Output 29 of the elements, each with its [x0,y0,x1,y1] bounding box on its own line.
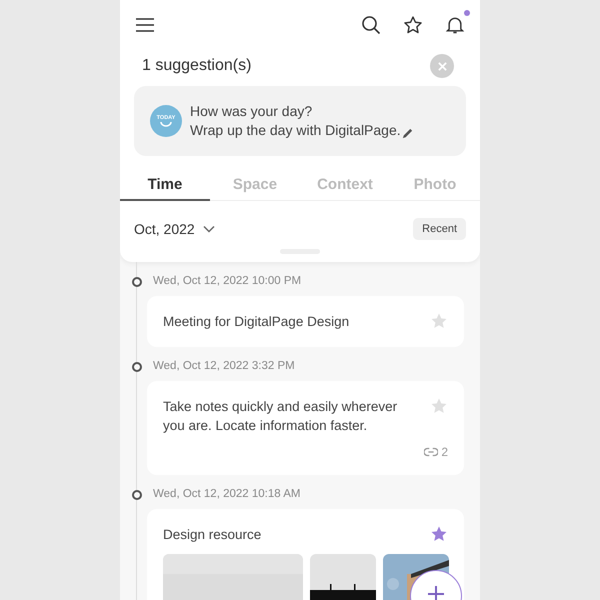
note-text: Design resource [163,526,262,544]
close-icon [438,62,446,70]
star-icon[interactable] [402,14,424,36]
link-icon [424,447,438,457]
timeline-dot [132,490,142,500]
note-text: Meeting for DigitalPage Design [163,313,350,331]
entry-date: Wed, Oct 12, 2022 10:18 AM [153,488,300,500]
suggestions-title: 1 suggestion(s) [142,57,252,75]
suggestion-text: Wrap up the day with DigitalPage. [190,121,414,140]
star-icon[interactable] [430,525,448,543]
timeline-dot [132,277,142,287]
chevron-down-icon [202,225,215,233]
note-card[interactable]: Take notes quickly and easily wherever you are. Locate information faster. 2 [147,381,464,475]
link-count: 2 [441,445,448,459]
note-text: Take notes quickly and easily wherever you are. Locate information faster. [163,398,398,435]
sort-button[interactable]: Recent [413,218,466,240]
plus-icon [427,585,445,600]
timeline-dot [132,362,142,372]
entry-date: Wed, Oct 12, 2022 10:00 PM [153,275,302,287]
pen-icon [400,127,414,140]
tab[interactable]: Time [120,172,210,201]
entry-date: Wed, Oct 12, 2022 3:32 PM [153,360,295,372]
note-card[interactable]: Meeting for DigitalPage Design [147,296,464,347]
note-card[interactable]: Design resource [147,509,464,600]
month-dropdown[interactable]: Oct, 2022 [134,221,215,237]
star-icon[interactable] [430,397,448,415]
search-icon[interactable] [360,14,382,36]
star-icon[interactable] [430,312,448,330]
suggestion-text: How was your day? [190,102,314,121]
